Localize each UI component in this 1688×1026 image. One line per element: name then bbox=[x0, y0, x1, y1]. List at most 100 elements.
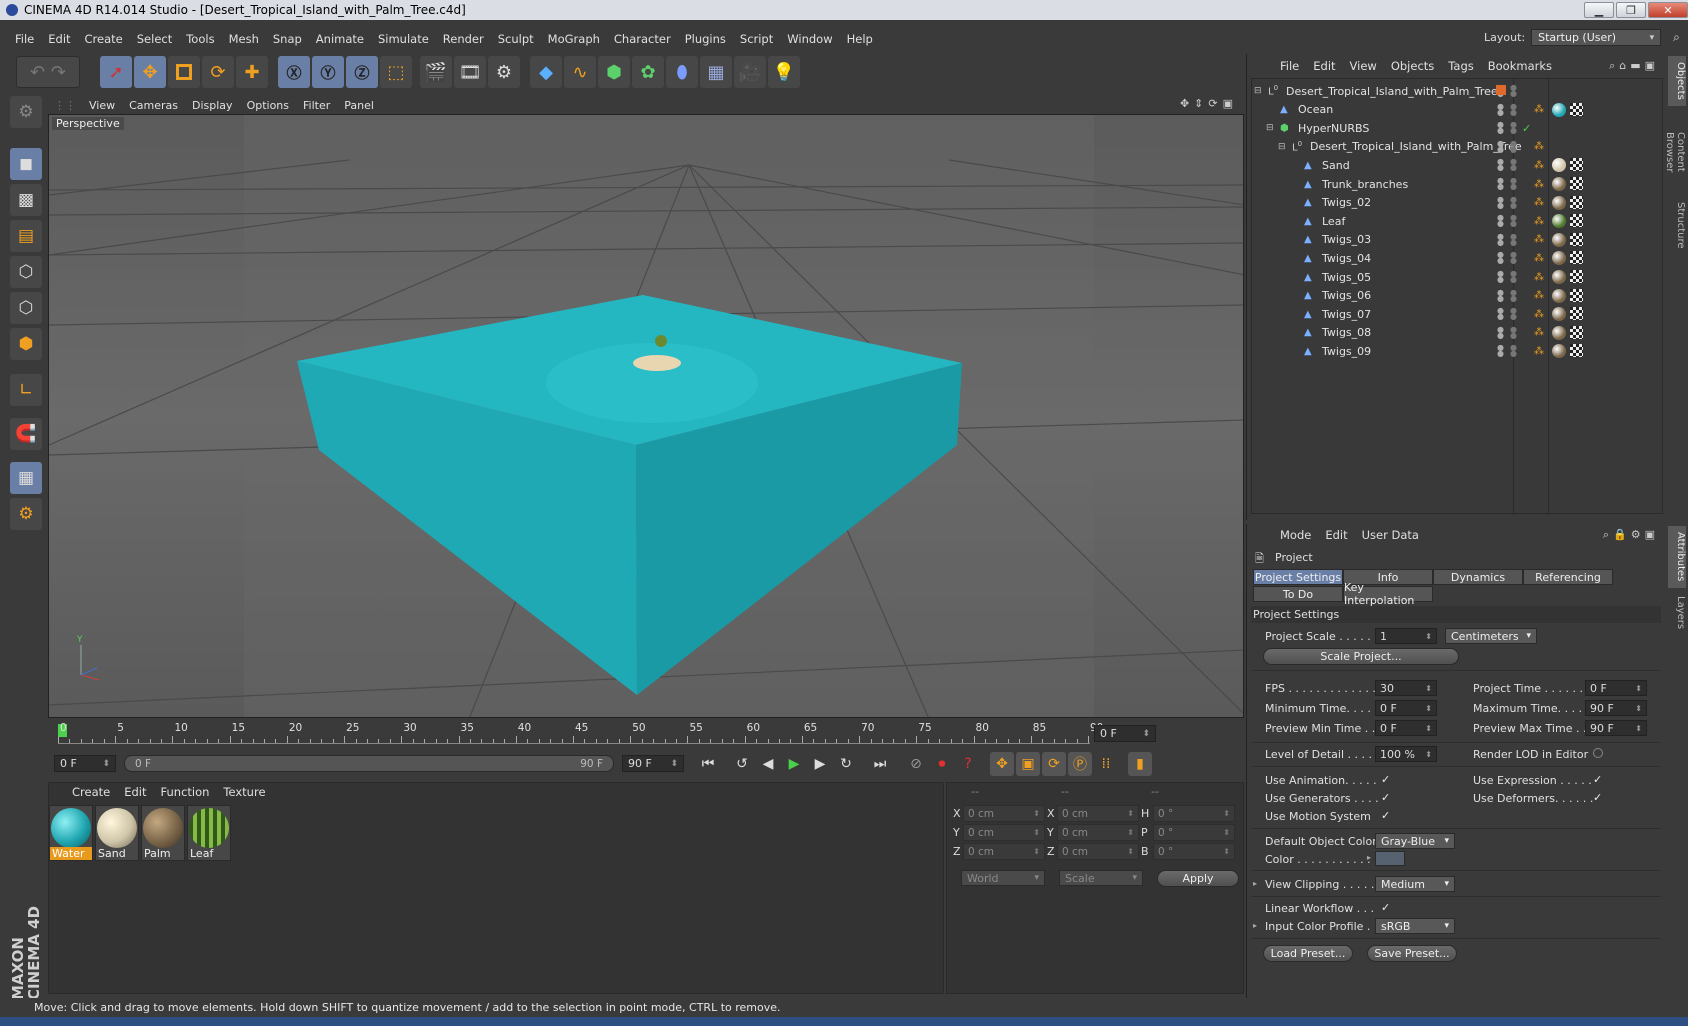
maximum-time-field[interactable]: 90 F bbox=[1585, 700, 1647, 716]
floor-icon[interactable]: ▦ bbox=[700, 56, 732, 88]
menu-tools[interactable]: Tools bbox=[179, 32, 221, 46]
attr-header-icons[interactable]: ⌕🔒⚙▣ bbox=[1603, 528, 1659, 542]
side-tab-objects[interactable]: Objects bbox=[1668, 56, 1686, 106]
attr-menu-edit[interactable]: Edit bbox=[1318, 528, 1354, 542]
uvw-tag-icon[interactable] bbox=[1570, 232, 1583, 246]
dots-icon[interactable]: ● ● bbox=[1510, 195, 1517, 209]
end-frame-field[interactable]: 90 F bbox=[622, 755, 684, 772]
visibility-dots-icon[interactable]: ●● bbox=[1497, 121, 1504, 135]
visibility-dots-icon[interactable]: ●● bbox=[1497, 214, 1504, 228]
undo-icon[interactable]: ↶ bbox=[30, 62, 45, 83]
record-scale-icon[interactable]: ▣ bbox=[1016, 752, 1040, 776]
tab-dynamics[interactable]: Dynamics bbox=[1433, 569, 1523, 585]
default-object-color-dropdown[interactable]: Gray-Blue bbox=[1375, 833, 1455, 849]
current-frame-field[interactable]: 0 F bbox=[1094, 725, 1156, 742]
menu-plugins[interactable]: Plugins bbox=[678, 32, 733, 46]
material-tag-icon[interactable] bbox=[1552, 325, 1566, 340]
menu-script[interactable]: Script bbox=[733, 32, 780, 46]
use-animation-checkbox[interactable]: ✓ bbox=[1381, 774, 1392, 785]
play-icon[interactable]: ▶ bbox=[782, 752, 806, 776]
minimize-button[interactable]: ▁ bbox=[1584, 2, 1614, 18]
dots-icon[interactable]: ● ● bbox=[1510, 139, 1517, 153]
menu-sculpt[interactable]: Sculpt bbox=[491, 32, 541, 46]
locked-workplane-icon[interactable]: ⚙ bbox=[10, 498, 42, 530]
material-palm[interactable]: Palm bbox=[141, 805, 185, 861]
uvw-tag-icon[interactable] bbox=[1570, 325, 1583, 339]
viewport-menu-view[interactable]: View bbox=[82, 99, 122, 112]
dots-icon[interactable]: ● ● bbox=[1510, 325, 1517, 339]
material-leaf[interactable]: Leaf bbox=[187, 805, 231, 861]
workplane-icon[interactable]: ▤ bbox=[10, 220, 42, 252]
menu-file[interactable]: File bbox=[8, 32, 41, 46]
size-z-field[interactable]: 0 cm bbox=[1057, 843, 1139, 860]
object-row[interactable]: ⊟ L0 Desert_Tropical_Island_with_Palm_Tree… bbox=[1252, 81, 1662, 101]
go-to-start-icon[interactable]: ⏮ bbox=[696, 752, 720, 776]
x-axis-icon[interactable]: Ⓧ bbox=[278, 56, 310, 88]
material-tag-icon[interactable] bbox=[1552, 288, 1566, 303]
objects-menu-objects[interactable]: Objects bbox=[1384, 59, 1441, 73]
project-scale-unit-dropdown[interactable]: Centimeters bbox=[1445, 628, 1537, 644]
preview-max-field[interactable]: 90 F bbox=[1585, 720, 1647, 736]
coord-system-dropdown[interactable]: World bbox=[961, 870, 1045, 886]
phong-tag-icon[interactable]: ⁂ bbox=[1534, 290, 1544, 301]
object-row[interactable]: ▲ Twigs_05 ● ● ● ● ⁂ bbox=[1252, 267, 1662, 287]
material-tag-icon[interactable] bbox=[1552, 307, 1566, 322]
visibility-dots-icon[interactable]: ●● bbox=[1497, 177, 1504, 191]
object-row[interactable]: ▲ Leaf ● ● ● ● ⁂ bbox=[1252, 211, 1662, 231]
render-settings-icon[interactable]: ⚙ bbox=[488, 56, 520, 88]
dots-icon[interactable]: ● ● bbox=[1510, 121, 1517, 135]
visibility-dots-icon[interactable]: ●● bbox=[1497, 232, 1504, 246]
material-tag-icon[interactable] bbox=[1552, 251, 1566, 266]
menu-create[interactable]: Create bbox=[78, 32, 130, 46]
object-row[interactable]: ▲ Twigs_03 ● ● ● ● ⁂ bbox=[1252, 230, 1662, 250]
dots-icon[interactable]: ● ● bbox=[1510, 270, 1517, 284]
rotation-p-field[interactable]: 0 ° bbox=[1153, 824, 1235, 841]
object-row[interactable]: ⊟ ⬢ HyperNURBS ● ● ● ● ✓ bbox=[1252, 118, 1662, 138]
scale-project-button[interactable]: Scale Project... bbox=[1263, 648, 1459, 665]
menu-mesh[interactable]: Mesh bbox=[222, 32, 266, 46]
object-row[interactable]: ▲ Twigs_06 ● ● ● ● ⁂ bbox=[1252, 286, 1662, 306]
position-z-field[interactable]: 0 cm bbox=[963, 843, 1045, 860]
dots-icon[interactable]: ● ● bbox=[1510, 84, 1517, 98]
uvw-tag-icon[interactable] bbox=[1570, 195, 1583, 209]
visibility-dots-icon[interactable]: ●● bbox=[1497, 158, 1504, 172]
material-sand[interactable]: Sand bbox=[95, 805, 139, 861]
next-frame-icon[interactable]: ▶ bbox=[808, 752, 832, 776]
recent-tool-icon[interactable]: ✚ bbox=[236, 56, 268, 88]
dots-icon[interactable]: ● ● bbox=[1510, 158, 1517, 172]
dots-icon[interactable]: ● ● bbox=[1510, 251, 1517, 265]
side-tab-layers[interactable]: Layers bbox=[1668, 592, 1686, 632]
phong-tag-icon[interactable]: ⁂ bbox=[1534, 327, 1544, 338]
visibility-dots-icon[interactable]: ●● bbox=[1497, 195, 1504, 209]
record-rotation-icon[interactable]: ⟳ bbox=[1042, 752, 1066, 776]
spline-icon[interactable]: ∿ bbox=[564, 56, 596, 88]
dots-icon[interactable]: ● ● bbox=[1510, 288, 1517, 302]
attr-menu-mode[interactable]: Mode bbox=[1273, 528, 1318, 542]
rotation-h-field[interactable]: 0 ° bbox=[1153, 805, 1235, 822]
timeline-window-icon[interactable]: ▮ bbox=[1128, 752, 1152, 776]
dots-icon[interactable]: ● ● bbox=[1510, 307, 1517, 321]
cube-primitive-icon[interactable]: ◆ bbox=[530, 56, 562, 88]
phong-tag-icon[interactable]: ⁂ bbox=[1534, 216, 1544, 227]
menu-mograph[interactable]: MoGraph bbox=[541, 32, 607, 46]
camera-icon[interactable]: 🎥 bbox=[734, 56, 766, 88]
side-tab-attributes[interactable]: Attributes bbox=[1668, 526, 1686, 588]
edges-mode-icon[interactable]: ⬡ bbox=[10, 292, 42, 324]
save-preset-button[interactable]: Save Preset... bbox=[1367, 945, 1457, 962]
use-motion-system-checkbox[interactable]: ✓ bbox=[1381, 810, 1392, 821]
start-frame-field[interactable]: 0 F bbox=[54, 755, 116, 772]
color-swatch[interactable] bbox=[1375, 851, 1405, 866]
use-deformers-checkbox[interactable]: ✓ bbox=[1593, 792, 1604, 803]
load-preset-button[interactable]: Load Preset... bbox=[1263, 945, 1353, 962]
make-editable-icon[interactable]: ⚙ bbox=[10, 96, 42, 128]
render-view-icon[interactable]: 🎬 bbox=[420, 56, 452, 88]
uvw-tag-icon[interactable] bbox=[1570, 251, 1583, 265]
visibility-dots-icon[interactable]: ●● bbox=[1497, 251, 1504, 265]
previous-frame-icon[interactable]: ◀ bbox=[756, 752, 780, 776]
objects-menu-file[interactable]: File bbox=[1273, 59, 1306, 73]
dots-icon[interactable]: ● ● bbox=[1510, 214, 1517, 228]
tab-key-interpolation[interactable]: Key Interpolation bbox=[1343, 581, 1433, 607]
menu-snap[interactable]: Snap bbox=[266, 32, 309, 46]
object-row[interactable]: ▲ Twigs_04 ● ● ● ● ⁂ bbox=[1252, 248, 1662, 268]
viewport-menu-options[interactable]: Options bbox=[240, 99, 296, 112]
